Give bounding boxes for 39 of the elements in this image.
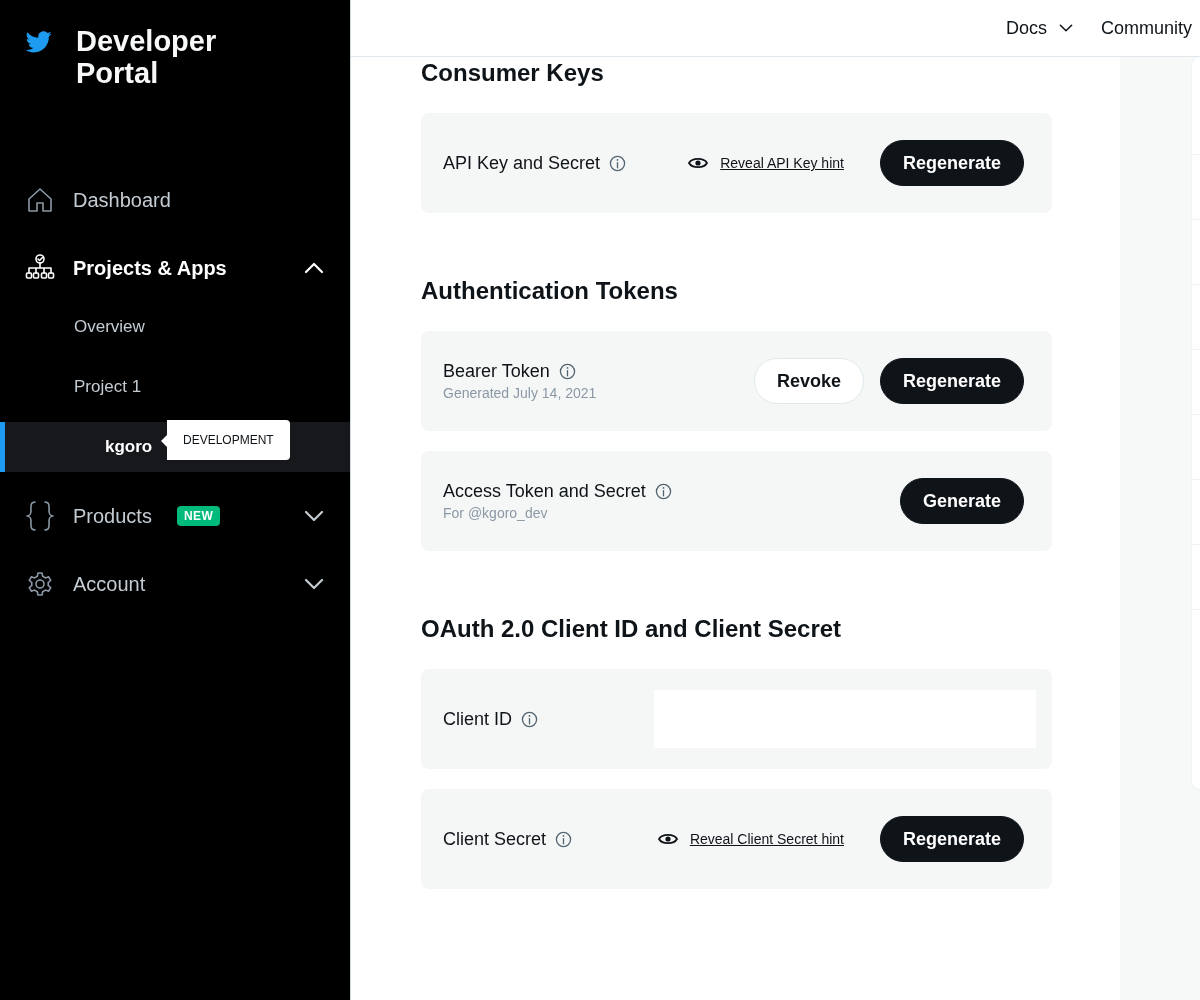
top-nav-link[interactable]: Community [1100,17,1200,39]
chevron-down-icon [1058,22,1073,34]
action-button[interactable]: Regenerate [879,140,1024,186]
action-button[interactable]: Generate [899,478,1024,524]
eye-icon [657,832,678,846]
section-heading: Authentication Tokens [421,276,679,306]
portal-title: Developer Portal [76,25,218,89]
eye-icon [688,156,709,170]
action-button[interactable]: Regenerate [879,816,1024,862]
bird-logo-icon [26,31,52,53]
action-button[interactable]: Regenerate [879,358,1024,404]
credential-note: For @kgoro_dev [443,505,549,521]
nav-item[interactable]: Dashboard [0,166,350,234]
nav-item[interactable]: Projects & Apps [0,234,350,302]
top-nav-link[interactable]: Docs [1005,17,1073,39]
info-icon [521,710,539,728]
section-heading: Consumer Keys [421,58,605,88]
credential-label: Access Token and Secret [443,481,646,502]
nav-subitem[interactable]: Overview [0,302,350,352]
credential-note: Generated July 14, 2021 [443,385,597,401]
braces-icon [24,499,56,533]
reveal-link[interactable]: Reveal Client Secret hint [689,831,844,847]
section-heading: OAuth 2.0 Client ID and Client Secret [421,614,843,644]
credential-label: Client ID [443,708,513,730]
nav-subitem[interactable]: Project 1 [0,362,350,412]
credential-label: Client Secret [443,828,547,850]
info-icon [654,483,672,500]
new-badge: NEW [176,506,221,526]
info-icon [558,363,576,380]
info-icon [609,154,627,172]
nav-item[interactable]: Account [0,550,350,618]
reveal-link[interactable]: Reveal API Key hint [720,155,844,171]
credential-label: API Key and Secret [443,152,601,174]
nav-item[interactable]: Products NEW [0,482,350,550]
environment-tooltip: DEVELOPMENT [161,420,290,460]
revoke-button[interactable]: Revoke [753,358,864,404]
nav-subitem[interactable]: kgoro DEVELOPMENT [0,422,350,472]
credential-label: Bearer Token [443,361,550,382]
info-icon [555,830,573,848]
